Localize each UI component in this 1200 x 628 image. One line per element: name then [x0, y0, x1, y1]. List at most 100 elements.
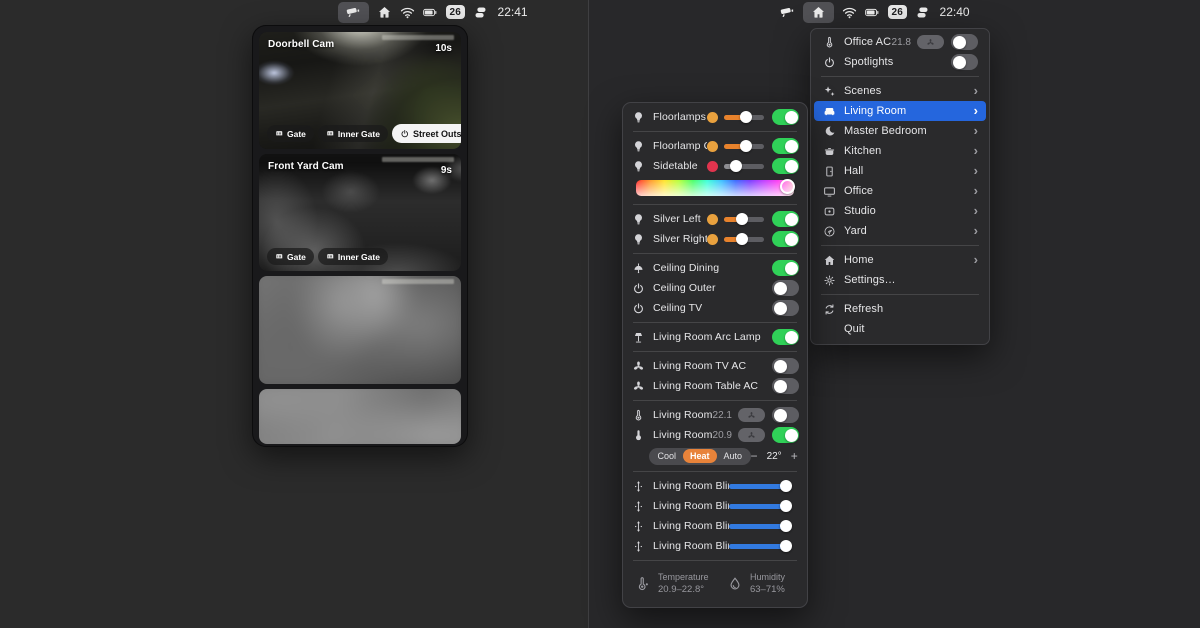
decrease-temp-button[interactable]: −: [751, 450, 758, 462]
control-row-living-room-tv-ac[interactable]: Living Room TV AC: [623, 356, 807, 376]
control-row-living-room-tv[interactable]: Living Room TV…22.1: [623, 405, 807, 425]
menu-item-office[interactable]: Office ›: [814, 181, 986, 201]
control-row-ceiling-dining[interactable]: Ceiling Dining: [623, 258, 807, 278]
slider-thumb[interactable]: [740, 111, 752, 123]
increase-temp-button[interactable]: +: [791, 450, 798, 462]
living-room-tv-toggle[interactable]: [772, 407, 799, 423]
slider-thumb[interactable]: [736, 233, 748, 245]
home-icon[interactable]: [811, 5, 826, 20]
sidetable-slider[interactable]: [724, 160, 764, 172]
office-ac-toggle[interactable]: [951, 34, 978, 50]
living-room-arc-lamp-toggle[interactable]: [772, 329, 799, 345]
menu-item-studio[interactable]: Studio ›: [814, 201, 986, 221]
light-color-dot[interactable]: [707, 233, 718, 245]
light-color-dot[interactable]: [707, 160, 718, 172]
light-color-dot[interactable]: [707, 213, 718, 225]
menubar-active-home[interactable]: [803, 1, 834, 23]
control-row-living-room-blind-3[interactable]: Living Room Blind 3: [623, 516, 807, 536]
inner-gate-button[interactable]: Inner Gate: [317, 248, 388, 265]
living-room-blind-4-slider[interactable]: [729, 540, 792, 552]
living-room-ta-toggle[interactable]: [772, 427, 799, 443]
floorlamp-ce-toggle[interactable]: [772, 138, 799, 154]
living-room-blind-2-slider[interactable]: [729, 500, 792, 512]
spotlights-toggle[interactable]: [951, 54, 978, 70]
slider-thumb[interactable]: [780, 500, 792, 512]
silver-left-toggle[interactable]: [772, 211, 799, 227]
menu-item-refresh[interactable]: Refresh: [814, 299, 986, 319]
mode-cool-button[interactable]: Cool: [651, 449, 684, 463]
security-camera-icon[interactable]: [346, 5, 361, 20]
battery-icon[interactable]: [865, 5, 880, 20]
camera-tile-3[interactable]: [259, 276, 461, 384]
control-row-silver-left[interactable]: Silver Left: [623, 209, 807, 229]
slider-thumb[interactable]: [740, 140, 752, 152]
battery-icon[interactable]: [423, 5, 438, 20]
floorlamps-slider[interactable]: [724, 111, 764, 123]
living-room-blind-1-slider[interactable]: [729, 480, 792, 492]
wifi-icon[interactable]: [842, 5, 857, 20]
camera-tile-doorbell-cam[interactable]: Doorbell Cam 10s Gate Inner Gate Street Outs…: [259, 32, 461, 149]
mode-auto-button[interactable]: Auto: [717, 449, 750, 463]
menu-item-home[interactable]: Home ›: [814, 250, 986, 270]
control-row-silver-right[interactable]: Silver Right: [623, 229, 807, 249]
stack-icon[interactable]: [915, 5, 930, 20]
control-row-floorlamp-ce[interactable]: Floorlamp Ce…: [623, 136, 807, 156]
gate-button[interactable]: Gate: [267, 125, 314, 142]
street-outside-button[interactable]: Street Outside: [391, 124, 461, 143]
ceiling-dining-toggle[interactable]: [772, 260, 799, 276]
control-row-living-room-blind-2[interactable]: Living Room Blind 2: [623, 496, 807, 516]
living-room-tv-ac-toggle[interactable]: [772, 358, 799, 374]
camera-tile-front-yard-cam[interactable]: Front Yard Cam 9s Gate Inner Gate: [259, 154, 461, 271]
control-row-living-room-blind-1[interactable]: Living Room Blind 1: [623, 476, 807, 496]
menu-item-kitchen[interactable]: Kitchen ›: [814, 141, 986, 161]
gate-button[interactable]: Gate: [267, 248, 314, 265]
fan-mode-button[interactable]: [917, 35, 944, 49]
silver-left-slider[interactable]: [724, 213, 764, 225]
fan-mode-button[interactable]: [738, 408, 765, 422]
battery-percent-badge[interactable]: 26: [446, 5, 465, 19]
menu-item-settings[interactable]: Settings…: [814, 270, 986, 290]
fan-mode-button[interactable]: [738, 428, 765, 442]
menu-item-quit[interactable]: Quit: [814, 319, 986, 339]
slider-thumb[interactable]: [780, 480, 792, 492]
floorlamp-ce-slider[interactable]: [724, 140, 764, 152]
stack-icon[interactable]: [473, 5, 488, 20]
light-color-dot[interactable]: [707, 111, 718, 123]
sidetable-toggle[interactable]: [772, 158, 799, 174]
menu-item-office-ac[interactable]: Office AC 21.8: [814, 32, 986, 52]
floorlamps-toggle[interactable]: [772, 109, 799, 125]
battery-percent-badge[interactable]: 26: [888, 5, 907, 19]
control-row-living-room-table-ac[interactable]: Living Room Table AC: [623, 376, 807, 396]
home-icon[interactable]: [377, 5, 392, 20]
menu-item-yard[interactable]: Yard ›: [814, 221, 986, 241]
slider-thumb[interactable]: [780, 520, 792, 532]
slider-thumb[interactable]: [780, 540, 792, 552]
wifi-icon[interactable]: [400, 5, 415, 20]
color-gradient-picker[interactable]: [636, 179, 795, 196]
color-picker-handle[interactable]: [779, 179, 795, 194]
control-row-floorlamps[interactable]: Floorlamps: [623, 107, 807, 127]
slider-thumb[interactable]: [736, 213, 748, 225]
ceiling-outer-toggle[interactable]: [772, 280, 799, 296]
control-row-ceiling-outer[interactable]: Ceiling Outer: [623, 278, 807, 298]
living-room-blind-3-slider[interactable]: [729, 520, 792, 532]
ceiling-tv-toggle[interactable]: [772, 300, 799, 316]
menu-item-spotlights[interactable]: Spotlights: [814, 52, 986, 72]
living-room-table-ac-toggle[interactable]: [772, 378, 799, 394]
control-row-living-room-ta[interactable]: Living Room Ta…20.9: [623, 425, 807, 445]
menu-item-master-bedroom[interactable]: Master Bedroom ›: [814, 121, 986, 141]
slider-thumb[interactable]: [730, 160, 742, 172]
control-row-ceiling-tv[interactable]: Ceiling TV: [623, 298, 807, 318]
control-row-sidetable[interactable]: Sidetable: [623, 156, 807, 176]
menubar-active-security-camera[interactable]: [338, 1, 369, 23]
silver-right-toggle[interactable]: [772, 231, 799, 247]
control-row-living-room-blind-4[interactable]: Living Room Blind 4: [623, 536, 807, 556]
mode-heat-button[interactable]: Heat: [683, 449, 717, 463]
security-camera-icon[interactable]: [780, 5, 795, 20]
menu-item-scenes[interactable]: Scenes ›: [814, 81, 986, 101]
camera-tile-4[interactable]: [259, 389, 461, 444]
control-row-living-room-arc-lamp[interactable]: Living Room Arc Lamp: [623, 327, 807, 347]
inner-gate-button[interactable]: Inner Gate: [317, 125, 388, 142]
light-color-dot[interactable]: [707, 140, 718, 152]
menu-item-hall[interactable]: Hall ›: [814, 161, 986, 181]
